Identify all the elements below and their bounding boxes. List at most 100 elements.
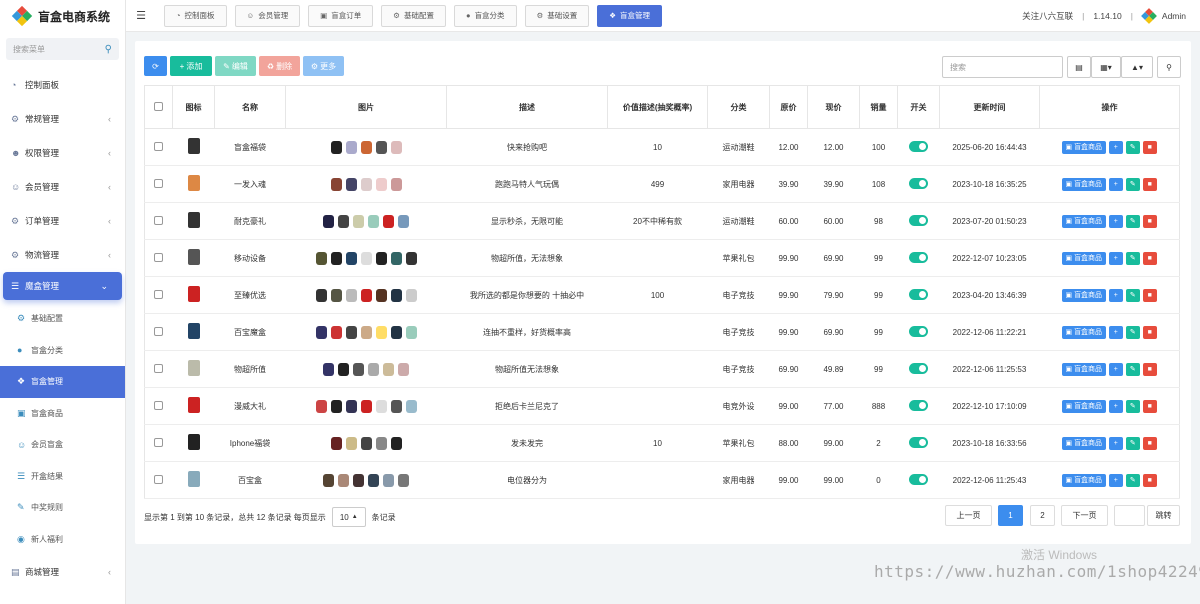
row-checkbox[interactable] [154, 178, 164, 188]
blindbox-goods-button[interactable]: ▣ 盲盒商品 [1061, 288, 1106, 302]
tab-6[interactable]: ❖ 盲盒管理 [597, 4, 663, 27]
row-checkbox[interactable] [154, 363, 164, 373]
row-add-button[interactable]: + [1108, 288, 1123, 302]
row-delete-button[interactable]: ■ [1142, 473, 1157, 487]
sidebar-item-2[interactable]: ☻ 权限管理 ‹ [0, 136, 125, 170]
product-image[interactable] [405, 288, 417, 302]
next-page-button[interactable]: 下一页 [1061, 505, 1108, 526]
row-edit-button[interactable]: ✎ [1125, 436, 1140, 450]
sidebar-item-6[interactable]: ☰ 魔盒管理 ⌄ [3, 272, 122, 300]
product-image[interactable] [360, 399, 372, 413]
product-image[interactable] [375, 140, 387, 154]
status-toggle[interactable] [909, 436, 928, 448]
page-button-1[interactable]: 1 [998, 505, 1023, 526]
product-image[interactable] [353, 214, 364, 228]
row-delete-button[interactable]: ■ [1142, 140, 1157, 154]
blindbox-goods-button[interactable]: ▣ 盲盒商品 [1061, 251, 1106, 265]
product-image[interactable] [360, 140, 372, 154]
row-edit-button[interactable]: ✎ [1125, 288, 1140, 302]
row-delete-button[interactable]: ■ [1142, 251, 1157, 265]
product-image[interactable] [323, 473, 334, 487]
row-edit-button[interactable]: ✎ [1125, 177, 1140, 191]
product-image[interactable] [398, 214, 409, 228]
product-image[interactable] [323, 362, 334, 376]
product-image[interactable] [353, 362, 364, 376]
product-image[interactable] [338, 362, 349, 376]
blindbox-goods-button[interactable]: ▣ 盲盒商品 [1061, 325, 1106, 339]
product-image[interactable] [323, 214, 334, 228]
row-delete-button[interactable]: ■ [1142, 399, 1157, 413]
row-checkbox[interactable] [154, 141, 164, 151]
header-update-time[interactable]: 更新时间 [939, 85, 1040, 129]
menu-toggle-icon[interactable]: ☰ [126, 9, 156, 22]
header-value[interactable]: 价值描述(抽奖概率) [607, 85, 708, 129]
jump-button[interactable]: 跳转 [1147, 505, 1180, 526]
columns-button[interactable]: ▦▾ [1091, 56, 1121, 78]
product-image[interactable] [390, 177, 402, 191]
box-image[interactable] [187, 249, 200, 265]
product-image[interactable] [345, 251, 357, 265]
row-edit-button[interactable]: ✎ [1125, 362, 1140, 376]
product-image[interactable] [360, 436, 372, 450]
product-image[interactable] [383, 362, 394, 376]
add-button[interactable]: + 添加 [170, 56, 212, 76]
row-add-button[interactable]: + [1108, 436, 1123, 450]
app-logo[interactable]: 盲盒电商系统 [0, 0, 125, 32]
product-image[interactable] [353, 473, 364, 487]
product-image[interactable] [338, 473, 349, 487]
search-icon[interactable]: ⚲ [105, 44, 112, 55]
product-image[interactable] [383, 473, 394, 487]
product-image[interactable] [375, 251, 387, 265]
product-image[interactable] [345, 140, 357, 154]
tab-3[interactable]: ⚙ 基础配置 [381, 4, 447, 27]
tab-0[interactable]: ◔ 控制面板 [164, 4, 227, 27]
menu-search-input[interactable]: 搜索菜单 ⚲ [6, 38, 119, 60]
product-image[interactable] [405, 325, 417, 339]
product-image[interactable] [398, 362, 409, 376]
product-image[interactable] [360, 177, 372, 191]
row-checkbox[interactable] [154, 474, 164, 484]
sidebar-item-14[interactable]: ◉ 新人福利 [0, 524, 125, 556]
row-edit-button[interactable]: ✎ [1125, 399, 1140, 413]
product-image[interactable] [390, 288, 402, 302]
product-image[interactable] [345, 325, 357, 339]
sidebar-item-9[interactable]: ❖ 盲盒管理 [0, 366, 125, 398]
box-image[interactable] [187, 323, 200, 339]
product-image[interactable] [398, 473, 409, 487]
row-delete-button[interactable]: ■ [1142, 436, 1157, 450]
row-edit-button[interactable]: ✎ [1125, 473, 1140, 487]
blindbox-goods-button[interactable]: ▣ 盲盒商品 [1061, 214, 1106, 228]
tab-1[interactable]: ☺ 会员管理 [234, 4, 301, 27]
header-images[interactable]: 图片 [285, 85, 447, 129]
box-image[interactable] [187, 360, 200, 376]
product-image[interactable] [330, 251, 342, 265]
blindbox-goods-button[interactable]: ▣ 盲盒商品 [1061, 399, 1106, 413]
product-image[interactable] [405, 251, 417, 265]
row-add-button[interactable]: + [1108, 140, 1123, 154]
toggle-view-button[interactable]: ▤ [1067, 56, 1091, 78]
sidebar-item-12[interactable]: ☰ 开盒结果 [0, 461, 125, 493]
row-delete-button[interactable]: ■ [1142, 325, 1157, 339]
blindbox-goods-button[interactable]: ▣ 盲盒商品 [1061, 473, 1106, 487]
header-icon[interactable]: 图标 [172, 85, 215, 129]
sidebar-item-8[interactable]: ● 盲盒分类 [0, 335, 125, 367]
row-add-button[interactable]: + [1108, 177, 1123, 191]
row-edit-button[interactable]: ✎ [1125, 214, 1140, 228]
status-toggle[interactable] [909, 288, 928, 300]
product-image[interactable] [330, 140, 342, 154]
sidebar-item-5[interactable]: ⚙ 物流管理 ‹ [0, 238, 125, 272]
blindbox-goods-button[interactable]: ▣ 盲盒商品 [1061, 362, 1106, 376]
row-add-button[interactable]: + [1108, 473, 1123, 487]
product-image[interactable] [345, 177, 357, 191]
row-edit-button[interactable]: ✎ [1125, 140, 1140, 154]
product-image[interactable] [315, 251, 327, 265]
sidebar-item-1[interactable]: ⚙ 常规管理 ‹ [0, 102, 125, 136]
product-image[interactable] [330, 177, 342, 191]
row-add-button[interactable]: + [1108, 399, 1123, 413]
box-image[interactable] [187, 286, 200, 302]
status-toggle[interactable] [909, 251, 928, 263]
more-button[interactable]: ⚙ 更多 [303, 56, 344, 76]
row-edit-button[interactable]: ✎ [1125, 251, 1140, 265]
page-size-select[interactable]: 10 ▲ [331, 507, 366, 527]
product-image[interactable] [330, 325, 342, 339]
